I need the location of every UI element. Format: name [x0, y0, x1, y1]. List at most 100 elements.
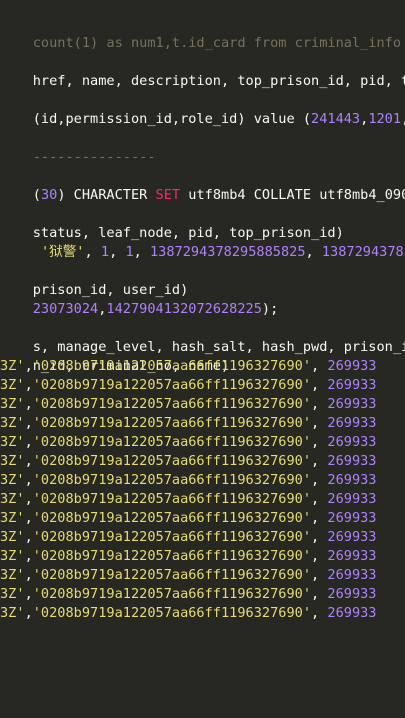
string-literal: 3Z' [0, 567, 25, 583]
code-line-2: href, name, description, top_prison_id, … [0, 53, 405, 89]
number-literal: 269933 [327, 415, 377, 431]
string-literal: 3Z' [0, 510, 25, 526]
number-literal: 1201 [368, 111, 402, 127]
number-literal: 1 [125, 244, 134, 260]
string-literal: '0208b9719a122057aa66ff1196327690' [32, 567, 312, 583]
insert-row: 3Z','0208b9719a122057aa66ff1196327690', … [0, 452, 377, 471]
punct: , [133, 244, 150, 260]
number-literal: 269933 [327, 396, 377, 412]
punct: , [311, 491, 328, 507]
number-literal: 269933 [327, 605, 377, 621]
string-literal: '0208b9719a122057aa66ff1196327690' [32, 605, 312, 621]
string-literal: '0208b9719a122057aa66ff1196327690' [32, 415, 312, 431]
code-text: utf8mb4 COLLATE utf8mb4_0900 [180, 187, 405, 203]
number-literal: 269933 [327, 377, 377, 393]
punct: , [24, 491, 33, 507]
punct: , [24, 472, 33, 488]
string-literal: '狱警' [40, 244, 85, 260]
number-literal: 269933 [327, 548, 377, 564]
string-literal: 3Z' [0, 605, 25, 621]
punct: , [24, 567, 33, 583]
punct: , [24, 434, 33, 450]
code-text: href, name, description, top_prison_id, … [32, 73, 405, 89]
punct: , [311, 605, 328, 621]
punct: , [311, 358, 328, 374]
number-literal: 241443 [311, 111, 361, 127]
insert-row: 3Z','0208b9719a122057aa66ff1196327690', … [0, 547, 377, 566]
punct: , [311, 510, 328, 526]
string-literal: 3Z' [0, 548, 25, 564]
punct: , [24, 396, 33, 412]
punct: , [24, 529, 33, 545]
punct: , [311, 472, 328, 488]
number-literal: 13872943785 [321, 244, 405, 260]
string-literal: '0208b9719a122057aa66ff1196327690' [32, 529, 312, 545]
code-line-7: '狱警', 1, 1, 1387294378295885825, 1387294… [0, 224, 405, 260]
number-literal: 269933 [327, 567, 377, 583]
string-literal: 3Z' [0, 396, 25, 412]
string-literal: '0208b9719a122057aa66ff1196327690' [32, 358, 312, 374]
code-line-8: prison_id, user_id) [0, 262, 189, 298]
punct: , [311, 567, 328, 583]
number-literal: 269933 [327, 491, 377, 507]
code-line-5: (30) CHARACTER SET utf8mb4 COLLATE utf8m… [0, 167, 405, 203]
insert-row: 3Z','0208b9719a122057aa66ff1196327690', … [0, 509, 377, 528]
punct: , [401, 111, 405, 127]
string-literal: 3Z' [0, 434, 25, 450]
punct: , [311, 415, 328, 431]
code-line-9: 23073024,1427904132072628225); [0, 281, 279, 317]
string-literal: '0208b9719a122057aa66ff1196327690' [32, 586, 312, 602]
insert-row: 3Z','0208b9719a122057aa66ff1196327690', … [0, 566, 377, 585]
string-literal: '0208b9719a122057aa66ff1196327690' [32, 472, 312, 488]
punct: , [84, 244, 101, 260]
punct: , [24, 377, 33, 393]
string-literal: 3Z' [0, 358, 25, 374]
punct: , [24, 453, 33, 469]
string-literal: '0208b9719a122057aa66ff1196327690' [32, 491, 312, 507]
code-line-10: s, manage_level, hash_salt, hash_pwd, pr… [0, 319, 405, 355]
punct: , [109, 244, 126, 260]
punct: , [24, 605, 33, 621]
insert-row: 3Z','0208b9719a122057aa66ff1196327690', … [0, 357, 377, 376]
string-literal: '0208b9719a122057aa66ff1196327690' [32, 377, 312, 393]
punct: , [311, 434, 328, 450]
punct: , [24, 586, 33, 602]
insert-row: 3Z','0208b9719a122057aa66ff1196327690', … [0, 433, 377, 452]
punct: ); [261, 301, 279, 317]
code-text: (id,permission_id,role_id) value ( [32, 111, 312, 127]
insert-row: 3Z','0208b9719a122057aa66ff1196327690', … [0, 414, 377, 433]
punct: , [24, 548, 33, 564]
comment-text: count(1) as num1,t.id_card from criminal… [32, 35, 405, 51]
number-literal: 30 [40, 187, 58, 203]
string-literal: 3Z' [0, 529, 25, 545]
insert-row: 3Z','0208b9719a122057aa66ff1196327690', … [0, 585, 377, 604]
insert-row: 3Z','0208b9719a122057aa66ff1196327690', … [0, 471, 377, 490]
insert-row: 3Z','0208b9719a122057aa66ff1196327690', … [0, 528, 377, 547]
number-literal: 269933 [327, 358, 377, 374]
punct: , [311, 453, 328, 469]
string-literal: 3Z' [0, 586, 25, 602]
code-line-4: --------------- [0, 129, 156, 165]
number-literal: 269933 [327, 434, 377, 450]
code-line-11: n_id, criminal_no, name) [0, 338, 229, 374]
code-editor[interactable]: count(1) as num1,t.id_card from criminal… [0, 0, 405, 718]
punct: , [305, 244, 322, 260]
string-literal: '0208b9719a122057aa66ff1196327690' [32, 434, 312, 450]
string-literal: '0208b9719a122057aa66ff1196327690' [32, 396, 312, 412]
code-text: ) CHARACTER [57, 187, 156, 203]
insert-row: 3Z','0208b9719a122057aa66ff1196327690', … [0, 490, 377, 509]
punct: , [311, 586, 328, 602]
comment-text: --------------- [32, 149, 156, 165]
insert-row: 3Z','0208b9719a122057aa66ff1196327690', … [0, 604, 377, 623]
punct: ( [32, 187, 41, 203]
punct [33, 244, 41, 260]
punct: , [311, 396, 328, 412]
number-literal: 1387294378295885825 [150, 244, 306, 260]
string-literal: 3Z' [0, 472, 25, 488]
number-literal: 269933 [327, 510, 377, 526]
insert-row: 3Z','0208b9719a122057aa66ff1196327690', … [0, 395, 377, 414]
punct: , [311, 548, 328, 564]
punct: , [311, 377, 328, 393]
number-literal: 269933 [327, 472, 377, 488]
string-literal: 3Z' [0, 491, 25, 507]
